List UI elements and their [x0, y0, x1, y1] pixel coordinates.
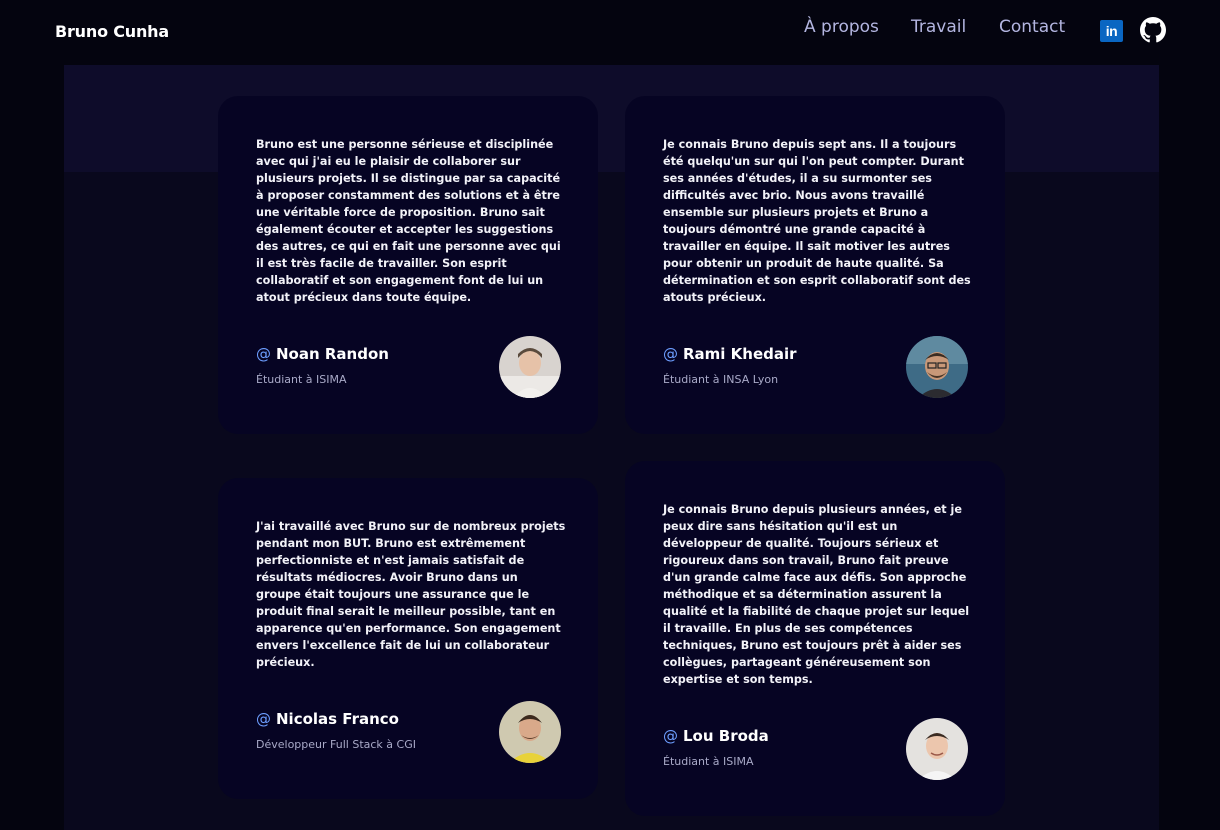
- author-name: Noan Randon: [276, 345, 389, 363]
- nav-link-travail[interactable]: Travail: [911, 17, 966, 37]
- nav-link-a-propos[interactable]: À propos: [804, 17, 879, 37]
- avatar: [906, 336, 968, 398]
- testimonial-card: Je connais Bruno depuis plusieurs années…: [625, 461, 1005, 816]
- author-role: Développeur Full Stack à CGI: [256, 738, 416, 751]
- testimonial-author: @ Rami Khedair: [663, 345, 797, 363]
- author-name: Nicolas Franco: [276, 710, 399, 728]
- author-role: Étudiant à INSA Lyon: [663, 373, 779, 386]
- linkedin-icon[interactable]: in: [1100, 20, 1123, 42]
- site-header: Bruno Cunha À propos Travail Contact in: [0, 0, 1220, 65]
- at-symbol: @: [663, 345, 678, 363]
- testimonial-card: Je connais Bruno depuis sept ans. Il a t…: [625, 96, 1005, 434]
- testimonial-card: Bruno est une personne sérieuse et disci…: [218, 96, 598, 434]
- testimonial-author: @ Noan Randon: [256, 345, 389, 363]
- avatar: [499, 701, 561, 763]
- nav-link-contact[interactable]: Contact: [999, 17, 1065, 37]
- author-name: Rami Khedair: [683, 345, 797, 363]
- testimonial-author: @ Lou Broda: [663, 727, 769, 745]
- author-role: Étudiant à ISIMA: [663, 755, 754, 768]
- testimonial-text: Bruno est une personne sérieuse et disci…: [256, 138, 561, 304]
- github-icon[interactable]: [1140, 17, 1166, 43]
- avatar: [906, 718, 968, 780]
- at-symbol: @: [256, 710, 271, 728]
- testimonial-text: Je connais Bruno depuis plusieurs années…: [663, 503, 970, 686]
- testimonial-card: J'ai travaillé avec Bruno sur de nombreu…: [218, 478, 598, 799]
- at-symbol: @: [663, 727, 678, 745]
- testimonial-author: @ Nicolas Franco: [256, 710, 399, 728]
- at-symbol: @: [256, 345, 271, 363]
- author-role: Étudiant à ISIMA: [256, 373, 347, 386]
- author-name: Lou Broda: [683, 727, 769, 745]
- testimonial-text: J'ai travaillé avec Bruno sur de nombreu…: [256, 520, 566, 669]
- testimonial-text: Je connais Bruno depuis sept ans. Il a t…: [663, 138, 971, 304]
- site-brand[interactable]: Bruno Cunha: [55, 22, 169, 41]
- avatar: [499, 336, 561, 398]
